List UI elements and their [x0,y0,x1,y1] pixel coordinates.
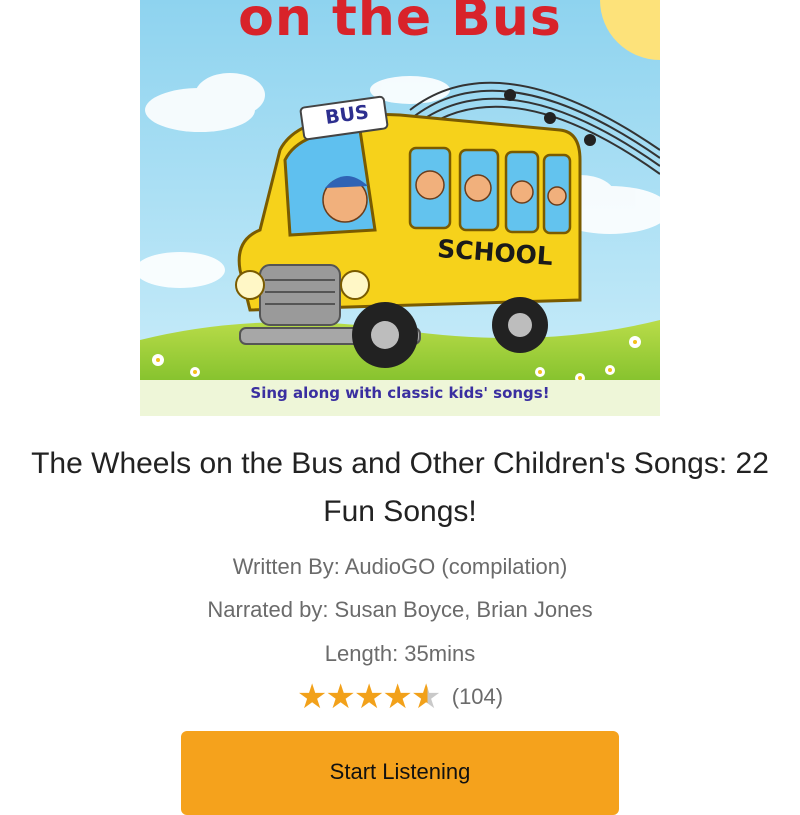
star-rating: ★★★★★ [296,678,442,716]
star-icon: ★ [353,678,385,716]
author-line: Written By: AudioGO (compilation) [232,554,568,579]
start-listening-label: Start Listening [329,759,471,784]
start-listening-button[interactable]: Start Listening [181,731,619,815]
book-title: The Wheels on the Bus and Other Children… [31,447,769,528]
cover-tagline: Sing along with classic kids' songs! [250,384,550,402]
narrator-line: Narrated by: Susan Boyce, Brian Jones [207,597,593,622]
star-icon: ★ [382,678,413,716]
length-line: Length: 35mins [324,641,476,666]
star-icon: ★ [296,678,328,716]
rating-count: (104) [451,684,504,709]
cover-illustration [140,0,660,416]
cover-art: on the Bus BUS SCHOOL Sing along with cl… [140,0,660,416]
cover-title-text: on the Bus [238,0,562,48]
half-star-icon: ★ [410,678,442,716]
star-icon: ★ [325,678,356,716]
rating-row: ★★★★★ (104) [0,678,800,716]
